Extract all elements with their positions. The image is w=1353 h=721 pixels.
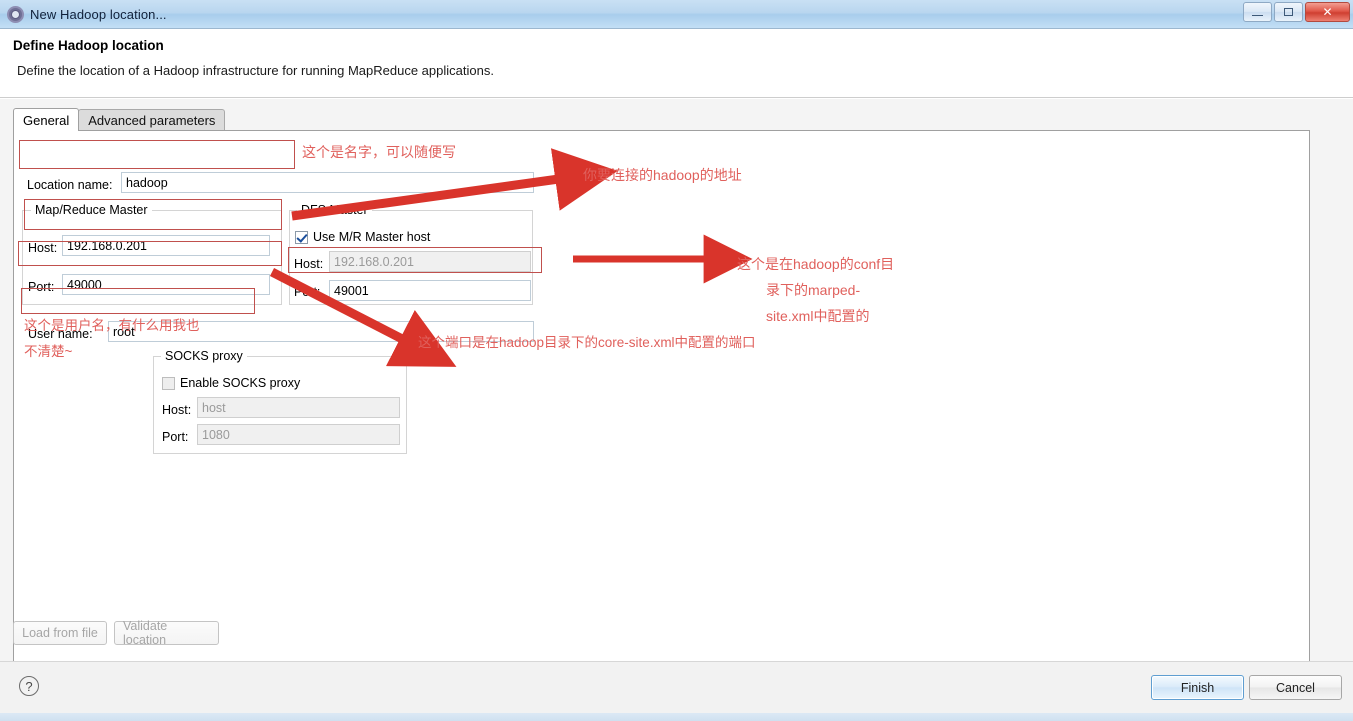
location-name-input[interactable]: hadoop (121, 172, 534, 193)
use-mr-master-host-checkbox[interactable] (295, 231, 308, 244)
validate-location-button[interactable]: Validate location (114, 619, 219, 647)
mapreduce-master-legend: Map/Reduce Master (31, 203, 152, 217)
close-button[interactable]: ✕ (1305, 2, 1350, 22)
page-title: Define Hadoop location (13, 38, 164, 53)
annotation-core-site-note: 这个端口是在hadoop目录下的core-site.xml中配置的端口 (418, 335, 756, 350)
window-title: New Hadoop location... (30, 6, 167, 22)
window-titlebar: New Hadoop location... ✕ (0, 0, 1353, 29)
dfs-master-legend: DFS Master (297, 203, 372, 217)
annotation-user-name-note-line2: 不清楚~ (24, 344, 73, 359)
annotation-conf-dir-note-line3: site.xml中配置的 (766, 308, 870, 324)
annotation-location-name-note: 这个是名字，可以随便写 (302, 144, 456, 160)
mr-host-label: Host: (28, 241, 58, 255)
minimize-button[interactable] (1243, 2, 1272, 22)
annotation-hadoop-address-note: 你要连接的hadoop的地址 (583, 167, 742, 183)
window-controls: ✕ (1243, 2, 1350, 22)
annotation-user-name-note-line1: 这个是用户名，有什么用我也 (24, 318, 200, 333)
dialog-window: New Hadoop location... ✕ Define Hadoop l… (0, 0, 1353, 721)
enable-socks-proxy-label: Enable SOCKS proxy (180, 376, 301, 390)
tab-general[interactable]: General (13, 108, 80, 131)
mr-port-input[interactable]: 49000 (62, 274, 270, 295)
finish-button[interactable]: Finish (1151, 675, 1244, 700)
dialog-body: General Advanced parameters Location nam… (0, 99, 1353, 714)
page-subtitle: Define the location of a Hadoop infrastr… (17, 63, 494, 78)
load-from-file-button[interactable]: Load from file (13, 621, 107, 645)
dfs-port-label: Port: (294, 285, 321, 299)
enable-socks-proxy-checkbox[interactable] (162, 377, 175, 390)
socks-port-label: Port: (162, 430, 189, 444)
socks-host-label: Host: (162, 403, 192, 417)
tab-advanced-parameters[interactable]: Advanced parameters (78, 109, 226, 131)
hadoop-elephant-icon (7, 5, 24, 23)
socks-host-input: host (197, 397, 400, 418)
dialog-banner: Define Hadoop location Define the locati… (0, 29, 1353, 98)
tab-strip: General Advanced parameters (13, 108, 226, 131)
maximize-button[interactable] (1274, 2, 1303, 22)
cancel-button[interactable]: Cancel (1249, 675, 1342, 700)
mr-host-input[interactable]: 192.168.0.201 (62, 235, 270, 256)
dfs-host-label: Host: (294, 257, 324, 271)
footer-accent-strip (0, 713, 1353, 721)
socks-proxy-legend: SOCKS proxy (161, 349, 247, 363)
location-name-label: Location name: (27, 178, 113, 192)
annotation-conf-dir-note-line1: 这个是在hadoop的conf目 (737, 256, 895, 272)
use-mr-master-host-label: Use M/R Master host (313, 230, 431, 244)
mr-port-label: Port: (28, 280, 55, 294)
socks-port-input: 1080 (197, 424, 400, 445)
dfs-port-input[interactable]: 49001 (329, 280, 531, 301)
dfs-host-input: 192.168.0.201 (329, 251, 531, 272)
annotation-conf-dir-note-line2: 录下的marped- (766, 282, 861, 298)
help-icon[interactable]: ? (19, 676, 39, 696)
